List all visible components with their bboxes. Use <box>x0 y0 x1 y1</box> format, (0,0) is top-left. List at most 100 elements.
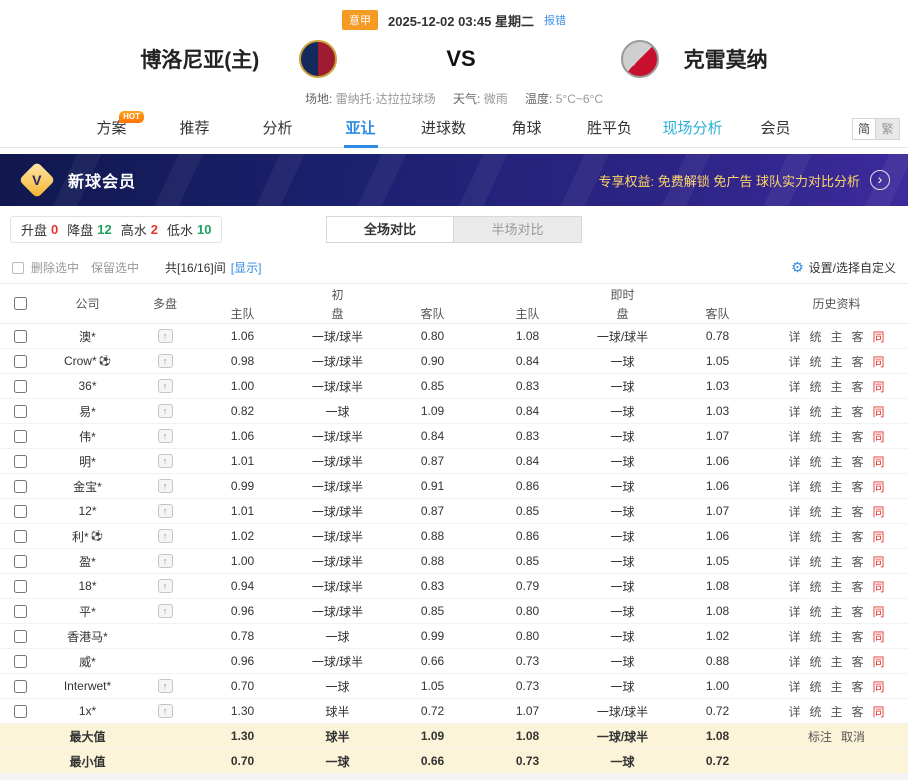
history-detail-link[interactable]: 详 <box>788 428 800 445</box>
row-checkbox[interactable] <box>14 655 27 668</box>
history-away-link[interactable]: 客 <box>852 328 864 345</box>
multi-odds-icon[interactable]: ↑ <box>158 379 173 393</box>
row-checkbox[interactable] <box>14 355 27 368</box>
history-home-link[interactable]: 主 <box>830 403 842 420</box>
history-detail-link[interactable]: 详 <box>788 678 800 695</box>
history-detail-link[interactable]: 详 <box>788 478 800 495</box>
select-all-checkbox[interactable] <box>14 297 27 310</box>
tab-plans[interactable]: 方案HOT <box>70 110 153 148</box>
history-home-link[interactable]: 主 <box>830 428 842 445</box>
history-detail-link[interactable]: 详 <box>788 328 800 345</box>
row-checkbox[interactable] <box>14 455 27 468</box>
history-stats-link[interactable]: 统 <box>809 653 821 670</box>
history-away-link[interactable]: 客 <box>852 503 864 520</box>
history-home-link[interactable]: 主 <box>830 503 842 520</box>
tab-corners[interactable]: 角球 <box>485 110 568 148</box>
multi-odds-icon[interactable]: ↑ <box>158 404 173 418</box>
row-checkbox[interactable] <box>14 680 27 693</box>
company-name[interactable]: 36* <box>78 379 96 393</box>
row-checkbox[interactable] <box>14 505 27 518</box>
company-name[interactable]: 易* <box>79 403 96 420</box>
mark-link[interactable]: 标注 <box>808 728 832 745</box>
history-detail-link[interactable]: 详 <box>788 703 800 720</box>
history-away-link[interactable]: 客 <box>852 553 864 570</box>
chevron-right-icon[interactable]: › <box>870 170 890 190</box>
tab-full-compare[interactable]: 全场对比 <box>326 216 454 243</box>
history-away-link[interactable]: 客 <box>852 703 864 720</box>
row-checkbox[interactable] <box>14 430 27 443</box>
history-away-link[interactable]: 客 <box>852 478 864 495</box>
history-detail-link[interactable]: 详 <box>788 353 800 370</box>
history-home-link[interactable]: 主 <box>830 553 842 570</box>
history-away-link[interactable]: 客 <box>852 528 864 545</box>
history-same-link[interactable]: 同 <box>873 603 885 620</box>
history-away-link[interactable]: 客 <box>852 453 864 470</box>
history-same-link[interactable]: 同 <box>873 678 885 695</box>
company-name[interactable]: 澳* <box>79 328 96 345</box>
history-stats-link[interactable]: 统 <box>809 678 821 695</box>
company-name[interactable]: 明* <box>79 453 96 470</box>
history-away-link[interactable]: 客 <box>852 628 864 645</box>
history-stats-link[interactable]: 统 <box>809 503 821 520</box>
history-same-link[interactable]: 同 <box>873 528 885 545</box>
multi-odds-icon[interactable]: ↑ <box>158 579 173 593</box>
multi-odds-icon[interactable]: ↑ <box>158 479 173 493</box>
company-name[interactable]: 1x* <box>79 704 96 718</box>
cancel-mark-link[interactable]: 取消 <box>841 728 865 745</box>
history-home-link[interactable]: 主 <box>830 528 842 545</box>
company-name[interactable]: 18* <box>78 579 96 593</box>
history-stats-link[interactable]: 统 <box>809 353 821 370</box>
row-checkbox[interactable] <box>14 705 27 718</box>
history-same-link[interactable]: 同 <box>873 553 885 570</box>
multi-odds-icon[interactable]: ↑ <box>158 529 173 543</box>
company-name[interactable]: 伟* <box>79 428 96 445</box>
history-home-link[interactable]: 主 <box>830 703 842 720</box>
history-same-link[interactable]: 同 <box>873 378 885 395</box>
company-name[interactable]: 香港马* <box>67 628 108 645</box>
history-away-link[interactable]: 客 <box>852 603 864 620</box>
history-away-link[interactable]: 客 <box>852 403 864 420</box>
history-stats-link[interactable]: 统 <box>809 328 821 345</box>
row-checkbox[interactable] <box>14 605 27 618</box>
history-home-link[interactable]: 主 <box>830 653 842 670</box>
history-away-link[interactable]: 客 <box>852 353 864 370</box>
lang-simplified-button[interactable]: 简 <box>852 118 876 140</box>
history-detail-link[interactable]: 详 <box>788 503 800 520</box>
row-checkbox[interactable] <box>14 330 27 343</box>
history-home-link[interactable]: 主 <box>830 578 842 595</box>
history-stats-link[interactable]: 统 <box>809 403 821 420</box>
history-home-link[interactable]: 主 <box>830 328 842 345</box>
history-away-link[interactable]: 客 <box>852 428 864 445</box>
company-name[interactable]: 盈* <box>79 553 96 570</box>
history-stats-link[interactable]: 统 <box>809 553 821 570</box>
history-detail-link[interactable]: 详 <box>788 378 800 395</box>
history-home-link[interactable]: 主 <box>830 453 842 470</box>
multi-odds-icon[interactable]: ↑ <box>158 354 173 368</box>
multi-odds-icon[interactable]: ↑ <box>158 429 173 443</box>
history-away-link[interactable]: 客 <box>852 578 864 595</box>
history-same-link[interactable]: 同 <box>873 328 885 345</box>
company-name[interactable]: 12* <box>78 504 96 518</box>
history-detail-link[interactable]: 详 <box>788 553 800 570</box>
history-same-link[interactable]: 同 <box>873 703 885 720</box>
multi-odds-icon[interactable]: ↑ <box>158 504 173 518</box>
history-stats-link[interactable]: 统 <box>809 628 821 645</box>
company-name[interactable]: 利* <box>72 528 89 545</box>
delete-selected-button[interactable]: 删除选中 <box>31 259 79 276</box>
company-name[interactable]: 金宝* <box>73 478 102 495</box>
company-name[interactable]: 威* <box>79 653 96 670</box>
keep-selected-button[interactable]: 保留选中 <box>91 259 139 276</box>
history-same-link[interactable]: 同 <box>873 403 885 420</box>
history-home-link[interactable]: 主 <box>830 378 842 395</box>
tab-half-compare[interactable]: 半场对比 <box>454 216 582 243</box>
history-stats-link[interactable]: 统 <box>809 428 821 445</box>
company-name[interactable]: Interwet* <box>64 679 111 693</box>
tab-analysis[interactable]: 分析 <box>236 110 319 148</box>
tab-recommend[interactable]: 推荐 <box>153 110 236 148</box>
row-checkbox[interactable] <box>14 380 27 393</box>
row-checkbox[interactable] <box>14 405 27 418</box>
history-same-link[interactable]: 同 <box>873 353 885 370</box>
history-same-link[interactable]: 同 <box>873 578 885 595</box>
history-stats-link[interactable]: 统 <box>809 478 821 495</box>
lang-traditional-button[interactable]: 繁 <box>876 118 900 140</box>
